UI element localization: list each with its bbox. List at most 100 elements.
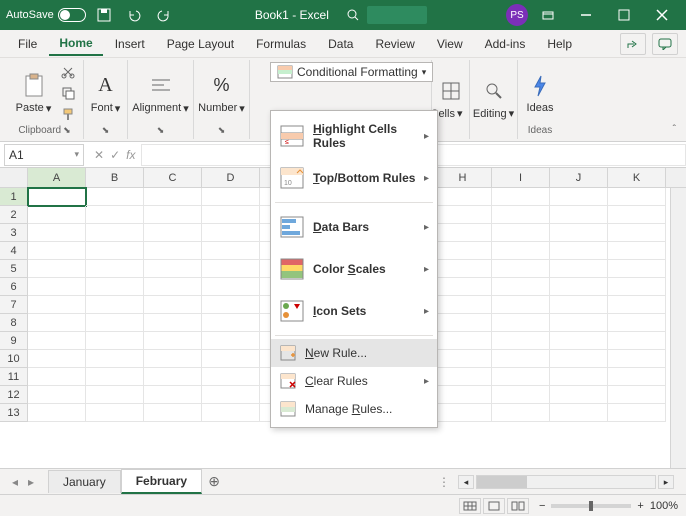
menu-clear-rules[interactable]: Clear Rules ▸ [271, 367, 437, 395]
cell[interactable] [144, 278, 202, 296]
cell[interactable] [492, 242, 550, 260]
chevron-down-icon[interactable]: ▾ [74, 149, 79, 160]
minimize-icon[interactable] [568, 0, 604, 30]
dialog-launcher-icon[interactable]: ⬊ [157, 125, 165, 136]
cell[interactable] [28, 368, 86, 386]
horizontal-scrollbar[interactable] [476, 475, 656, 489]
cell[interactable] [608, 224, 666, 242]
cell[interactable] [608, 242, 666, 260]
new-sheet-button[interactable]: ⊕ [202, 473, 226, 490]
cell[interactable] [202, 314, 260, 332]
cell[interactable] [608, 368, 666, 386]
cell[interactable] [550, 260, 608, 278]
cell[interactable] [144, 206, 202, 224]
cell[interactable] [28, 224, 86, 242]
menu-file[interactable]: File [8, 33, 47, 55]
column-header[interactable]: H [434, 168, 492, 187]
cell[interactable] [434, 368, 492, 386]
paste-button[interactable]: Paste▾ [12, 70, 56, 117]
cell[interactable] [144, 188, 202, 206]
column-header[interactable]: B [86, 168, 144, 187]
comments-icon[interactable] [652, 33, 678, 55]
menu-view[interactable]: View [427, 33, 473, 55]
cell[interactable] [144, 260, 202, 278]
cell[interactable] [550, 368, 608, 386]
cell[interactable] [492, 368, 550, 386]
cell[interactable] [492, 386, 550, 404]
cell[interactable] [144, 404, 202, 422]
ideas-button[interactable]: Ideas [522, 70, 558, 116]
row-header[interactable]: 4 [0, 242, 28, 260]
cell[interactable] [86, 314, 144, 332]
cell[interactable] [608, 296, 666, 314]
maximize-icon[interactable] [606, 0, 642, 30]
cell[interactable] [550, 314, 608, 332]
cell[interactable] [202, 278, 260, 296]
row-header[interactable]: 1 [0, 188, 28, 206]
cell[interactable] [608, 314, 666, 332]
cell[interactable] [28, 314, 86, 332]
cell[interactable] [28, 296, 86, 314]
copy-icon[interactable] [59, 84, 77, 102]
cell[interactable] [492, 188, 550, 206]
menu-review[interactable]: Review [365, 33, 424, 55]
menu-highlight-cells-rules[interactable]: ≤ Highlight Cells Rules ▸ [271, 115, 437, 157]
menu-color-scales[interactable]: Color Scales ▸ [271, 248, 437, 290]
cell[interactable] [86, 188, 144, 206]
dialog-launcher-icon[interactable]: ⬊ [218, 125, 226, 136]
cell[interactable] [28, 350, 86, 368]
cell[interactable] [144, 296, 202, 314]
cell[interactable] [202, 332, 260, 350]
cell[interactable] [608, 206, 666, 224]
cell[interactable] [86, 224, 144, 242]
menu-manage-rules[interactable]: Manage Rules... [271, 395, 437, 423]
zoom-level[interactable]: 100% [650, 500, 678, 512]
cell[interactable] [86, 296, 144, 314]
menu-help[interactable]: Help [537, 33, 582, 55]
cell[interactable] [202, 242, 260, 260]
vertical-scrollbar[interactable] [670, 188, 686, 468]
cell[interactable] [492, 224, 550, 242]
cell[interactable] [202, 260, 260, 278]
cell[interactable] [28, 278, 86, 296]
row-header[interactable]: 6 [0, 278, 28, 296]
cell[interactable] [202, 368, 260, 386]
sheet-tab-february[interactable]: February [121, 469, 202, 494]
autosave-toggle[interactable]: AutoSave [6, 8, 86, 22]
cell[interactable] [144, 224, 202, 242]
cell[interactable] [144, 332, 202, 350]
cell[interactable] [492, 314, 550, 332]
cell[interactable] [434, 206, 492, 224]
user-avatar[interactable]: PS [506, 4, 528, 26]
save-icon[interactable] [92, 3, 116, 27]
menu-icon-sets[interactable]: Icon Sets ▸ [271, 290, 437, 332]
cell[interactable] [550, 350, 608, 368]
zoom-out-icon[interactable]: − [539, 500, 545, 512]
cell[interactable] [28, 242, 86, 260]
cell[interactable] [144, 368, 202, 386]
cell[interactable] [550, 242, 608, 260]
row-header[interactable]: 11 [0, 368, 28, 386]
cell[interactable] [434, 386, 492, 404]
cell[interactable] [28, 206, 86, 224]
zoom-slider[interactable] [551, 504, 631, 508]
cell[interactable] [550, 332, 608, 350]
number-group-button[interactable]: %Number▾ [194, 70, 249, 117]
cell[interactable] [434, 224, 492, 242]
font-group-button[interactable]: AFont▾ [87, 70, 125, 117]
cell[interactable] [434, 188, 492, 206]
name-box[interactable]: A1▾ [4, 144, 84, 166]
menu-addins[interactable]: Add-ins [475, 33, 536, 55]
page-layout-view-icon[interactable] [483, 498, 505, 514]
menu-top-bottom-rules[interactable]: 10 Top/Bottom Rules ▸ [271, 157, 437, 199]
cell[interactable] [434, 260, 492, 278]
cell[interactable] [550, 386, 608, 404]
fx-icon[interactable]: fx [126, 148, 135, 162]
row-header[interactable]: 8 [0, 314, 28, 332]
column-header[interactable]: D [202, 168, 260, 187]
cell[interactable] [202, 296, 260, 314]
cell[interactable] [434, 404, 492, 422]
cell[interactable] [550, 206, 608, 224]
share-icon[interactable] [620, 33, 646, 55]
cell[interactable] [550, 278, 608, 296]
